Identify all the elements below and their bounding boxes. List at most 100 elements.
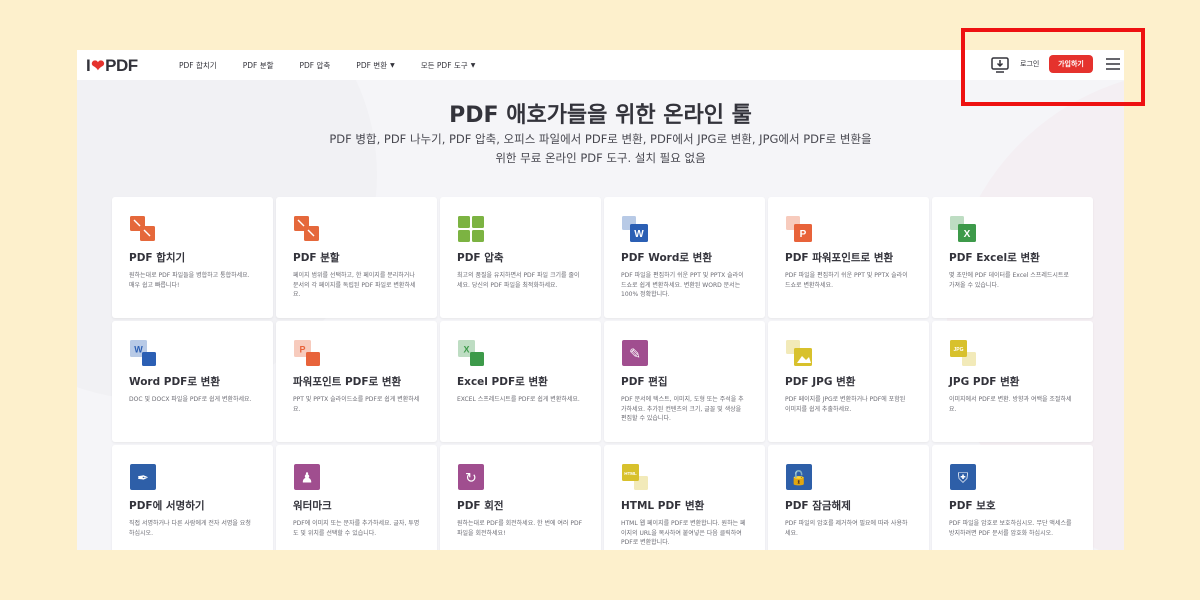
tool-card[interactable]: ⛨ PDF 보호 PDF 파일을 암호로 보호하십시오. 무단 액세스를 방지하려면… xyxy=(932,445,1093,550)
tool-card-description: DOC 및 DOCX 파일을 PDF로 쉽게 변환하세요. xyxy=(129,396,252,403)
tool-card-title: PDF 합치기 xyxy=(129,252,186,264)
protect-pdf-icon: ⛨ xyxy=(949,463,977,491)
tool-card-title: PDF 회전 xyxy=(457,500,504,512)
tool-card-description: PDF 문서에 텍스트, 이미지, 도형 또는 주석을 추가하세요. 추가된 컨… xyxy=(621,396,744,422)
tool-card[interactable]: P PDF 파워포인트로 변환 PDF 파일을 편집하기 쉬운 PPT 및 PPTX… xyxy=(768,197,929,318)
caret-down-icon: ▼ xyxy=(470,61,476,69)
tool-card-title: PDF 압축 xyxy=(457,252,504,264)
tool-card-description: 직접 서명하거나 다른 사람에게 전자 서명을 요청하십시오. xyxy=(129,520,251,537)
svg-text:⛨: ⛨ xyxy=(958,471,969,487)
jpg-to-pdf-icon: JPG xyxy=(949,339,977,367)
tool-card-description: 몇 초만에 PDF 데이터를 Excel 스프레드시트로 가져올 수 있습니다. xyxy=(949,272,1069,289)
pdf-to-jpg-icon xyxy=(785,339,813,367)
nav-label: 모든 PDF 도구 xyxy=(420,60,468,70)
svg-text:W: W xyxy=(634,229,644,240)
tool-card-description: PDF에 이미지 또는 문자를 추가하세요. 글자, 투명도 및 위치를 선택할… xyxy=(293,520,420,537)
tool-card-title: PDF Word로 변환 xyxy=(621,252,712,264)
tool-card[interactable]: HTML HTML PDF 변환 HTML 웹 페이지를 PDF로 변환합니다. 원… xyxy=(604,445,765,550)
svg-text:♟: ♟ xyxy=(301,471,314,487)
svg-text:🔓: 🔓 xyxy=(790,470,807,487)
pdf-to-powerpoint-icon: P xyxy=(785,215,813,243)
rotate-pdf-icon: ↻ xyxy=(457,463,485,491)
logo-text-pdf: PDF xyxy=(105,56,138,75)
browser-page: I ❤ PDF PDF 합치기 PDF 분할 PDF 압축 PDF 변환 ▼ 모든… xyxy=(77,50,1124,550)
nav-label: PDF 압축 xyxy=(299,60,331,70)
tool-card[interactable]: P 파워포인트 PDF로 변환 PPT 및 PPTX 슬라이드쇼를 PDF로 쉽게 … xyxy=(276,321,437,442)
nav-all-tools-dropdown[interactable]: 모든 PDF 도구 ▼ xyxy=(421,60,476,71)
tool-card-description: 원하는대로 PDF를 회전하세요. 한 번에 여러 PDF 파일을 회전하세요! xyxy=(457,520,583,537)
tool-card[interactable]: ✒ PDF에 서명하기직접 서명하거나 다른 사람에게 전자 서명을 요청하십시오… xyxy=(112,445,273,550)
nav-label: PDF 변환 xyxy=(356,60,388,70)
tool-card-description: PDF 파일을 암호로 보호하십시오. 무단 액세스를 방지하려면 PDF 문서… xyxy=(949,520,1072,537)
svg-text:↻: ↻ xyxy=(465,471,477,487)
excel-to-pdf-icon: X xyxy=(457,339,485,367)
tool-card-description: PDF 페이지를 JPG로 변환하거나 PDF에 포함된 이미지를 쉽게 추출하… xyxy=(785,396,906,413)
pdf-to-excel-icon: X xyxy=(949,215,977,243)
sign-pdf-icon: ✒ xyxy=(129,463,157,491)
unlock-pdf-icon: 🔓 xyxy=(785,463,813,491)
split-pdf-icon xyxy=(293,215,321,243)
tool-card[interactable]: ♟ 워터마크 PDF에 이미지 또는 문자를 추가하세요. 글자, 투명도 및 위치… xyxy=(276,445,437,550)
tool-card[interactable]: PDF 분할페이지 범위를 선택하고, 한 페이지를 분리하거나 문서의 각 페… xyxy=(276,197,437,318)
svg-text:X: X xyxy=(964,229,971,240)
highlight-box xyxy=(961,28,1145,106)
tool-card-description: 원하는대로 PDF 파일들을 병합하고 통합하세요. 매우 쉽고 빠릅니다! xyxy=(129,272,250,289)
tool-card-description: 최고의 품질을 유지하면서 PDF 파일 크기를 줄이세요. 당신의 PDF 파… xyxy=(457,272,580,289)
tool-card[interactable]: W PDF Word로 변환 PDF 파일을 편집하기 쉬운 PPT 및 PPTX … xyxy=(604,197,765,318)
tool-card-title: 파워포인트 PDF로 변환 xyxy=(293,376,402,388)
tool-card[interactable]: 🔓 PDF 잠금해제 PDF 파일의 암호를 제거하여 필요에 따라 사용하세요. xyxy=(768,445,929,550)
tool-card-title: PDF 분할 xyxy=(293,252,340,264)
tool-card-description: PDF 파일을 편집하기 쉬운 PPT 및 PPTX 슬라이드쇼로 쉽게 변환하… xyxy=(621,272,744,298)
tool-card-description: 이미지에서 PDF로 변환. 방향과 여백을 조절하세요. xyxy=(949,396,1072,413)
tool-card[interactable]: W Word PDF로 변환 DOC 및 DOCX 파일을 PDF로 쉽게 변환하세… xyxy=(112,321,273,442)
tool-card-title: PDF 편집 xyxy=(621,376,668,388)
svg-text:JPG: JPG xyxy=(953,347,963,353)
nav-split-pdf[interactable]: PDF 분할 xyxy=(243,60,274,71)
page-subtitle: PDF 병합, PDF 나누기, PDF 압축, 오피스 파일에서 PDF로 변… xyxy=(329,132,872,165)
tool-card[interactable]: JPG JPG PDF 변환이미지에서 PDF로 변환. 방향과 여백을 조절하세… xyxy=(932,321,1093,442)
svg-text:W: W xyxy=(134,345,143,355)
heart-icon: ❤ xyxy=(91,58,105,75)
svg-text:HTML: HTML xyxy=(624,471,637,476)
watermark-icon: ♟ xyxy=(293,463,321,491)
tool-card-title: PDF 보호 xyxy=(949,500,996,512)
caret-down-icon: ▼ xyxy=(390,61,395,69)
tool-card-description: PPT 및 PPTX 슬라이드쇼를 PDF로 쉽게 변환하세요. xyxy=(293,396,420,413)
main-nav: PDF 합치기 PDF 분할 PDF 압축 PDF 변환 ▼ 모든 PDF 도구 ▼ xyxy=(179,50,501,80)
tool-card-title: JPG PDF 변환 xyxy=(949,376,1020,388)
tool-card-title: PDF 파워포인트로 변환 xyxy=(785,252,894,264)
tool-card-description: PDF 파일을 편집하기 쉬운 PPT 및 PPTX 슬라이드쇼로 변환하세요. xyxy=(785,272,908,289)
svg-text:X: X xyxy=(463,345,469,355)
tool-card-description: EXCEL 스프레드시트를 PDF로 쉽게 변환하세요. xyxy=(457,396,580,403)
compress-pdf-icon xyxy=(457,215,485,243)
tool-card[interactable]: ✎ PDF 편집 PDF 문서에 텍스트, 이미지, 도형 또는 주석을 추가하세요… xyxy=(604,321,765,442)
svg-text:P: P xyxy=(800,229,807,240)
tool-card[interactable]: PDF 합치기원하는대로 PDF 파일들을 병합하고 통합하세요. 매우 쉽고 … xyxy=(112,197,273,318)
tool-card-title: PDF 잠금해제 xyxy=(785,500,851,512)
logo-text-i: I xyxy=(86,56,91,75)
tool-card-title: PDF JPG 변환 xyxy=(785,376,856,388)
svg-text:✎: ✎ xyxy=(629,347,641,363)
html-to-pdf-icon: HTML xyxy=(621,463,649,491)
word-to-pdf-icon: W xyxy=(129,339,157,367)
tool-card[interactable]: X PDF Excel로 변환몇 초만에 PDF 데이터를 Excel 스프레드시… xyxy=(932,197,1093,318)
tool-card-description: 페이지 범위를 선택하고, 한 페이지를 분리하거나 문서의 각 페이지를 독립… xyxy=(293,272,416,298)
tool-card-description: HTML 웹 페이지를 PDF로 변환합니다. 원하는 페이지의 URL을 복사… xyxy=(621,520,746,546)
svg-text:✒: ✒ xyxy=(137,471,149,487)
powerpoint-to-pdf-icon: P xyxy=(293,339,321,367)
tool-card[interactable]: ↻ PDF 회전원하는대로 PDF를 회전하세요. 한 번에 여러 PDF 파일을… xyxy=(440,445,601,550)
ilovepdf-logo[interactable]: I ❤ PDF xyxy=(86,56,138,76)
tool-card[interactable]: X Excel PDF로 변환 EXCEL 스프레드시트를 PDF로 쉽게 변환하세… xyxy=(440,321,601,442)
nav-label: PDF 분할 xyxy=(242,60,274,70)
nav-merge-pdf[interactable]: PDF 합치기 xyxy=(179,60,217,71)
nav-compress-pdf[interactable]: PDF 압축 xyxy=(300,60,331,71)
nav-convert-pdf-dropdown[interactable]: PDF 변환 ▼ xyxy=(356,60,394,71)
tool-card-title: PDF에 서명하기 xyxy=(129,500,205,512)
tool-card[interactable]: PDF JPG 변환 PDF 페이지를 JPG로 변환하거나 PDF에 포함된 이… xyxy=(768,321,929,442)
tool-card-title: PDF Excel로 변환 xyxy=(949,252,1040,264)
merge-pdf-icon xyxy=(129,215,157,243)
tool-card[interactable]: PDF 압축최고의 품질을 유지하면서 PDF 파일 크기를 줄이세요. 당신의… xyxy=(440,197,601,318)
edit-pdf-icon: ✎ xyxy=(621,339,649,367)
tool-card-description: PDF 파일의 암호를 제거하여 필요에 따라 사용하세요. xyxy=(785,520,908,537)
pdf-to-word-icon: W xyxy=(621,215,649,243)
